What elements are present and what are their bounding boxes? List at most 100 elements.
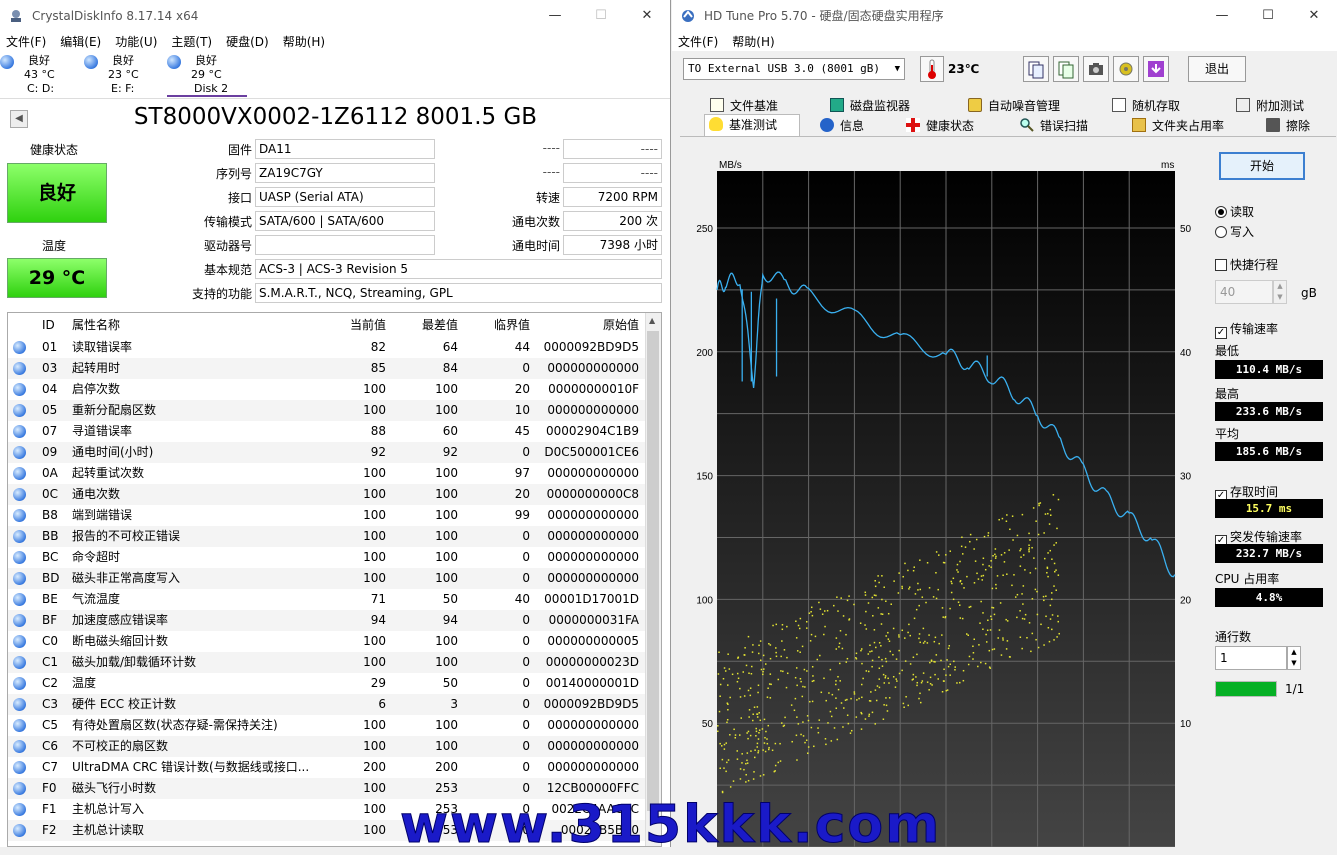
menu-file[interactable]: 文件(F) — [678, 33, 718, 50]
passes-spinner[interactable]: ▲ ▼ — [1287, 646, 1301, 670]
table-row[interactable]: BB 报告的不可校正错误 100 100 0 000000000000 — [8, 526, 646, 547]
disk-monitor-icon — [830, 98, 844, 112]
start-button[interactable]: 开始 — [1219, 152, 1305, 180]
disk-tab-2[interactable]: 良好 29 °C Disk 2 — [167, 53, 247, 97]
access-time-point — [747, 635, 750, 638]
table-row[interactable]: C3 硬件 ECC 校正计数 6 3 0 0000092BD9D5 — [8, 694, 646, 715]
table-row[interactable]: BD 磁头非正常高度写入 100 100 0 000000000000 — [8, 568, 646, 589]
menu-file[interactable]: 文件(F) — [6, 33, 46, 50]
copy-results-icon[interactable] — [1053, 56, 1079, 82]
access-time-point — [1028, 544, 1030, 546]
disk-tab-0[interactable]: 良好 43 °C C: D: — [0, 53, 80, 97]
table-row[interactable]: B8 端到端错误 100 100 99 000000000000 — [8, 505, 646, 526]
menu-disk[interactable]: 硬盘(D) — [226, 33, 269, 50]
access-time-point — [881, 575, 883, 577]
tab-erase[interactable]: 擦除 — [1266, 116, 1310, 136]
health-status-badge[interactable]: 良好 — [7, 163, 107, 223]
maximize-button[interactable]: ☐ — [1245, 0, 1291, 31]
access-time-point — [912, 569, 915, 572]
col-attribute[interactable]: 属性名称 — [72, 315, 120, 336]
menu-function[interactable]: 功能(U) — [115, 33, 157, 50]
access-time-point — [1019, 549, 1021, 552]
access-time-point — [888, 682, 890, 684]
menu-help[interactable]: 帮助(H) — [732, 33, 774, 50]
table-row[interactable]: C7 UltraDMA CRC 错误计数(与数据线或接口... 200 200 0 000… — [8, 757, 646, 778]
minimize-button[interactable]: — — [1199, 0, 1245, 31]
drive-select[interactable]: TO External USB 3.0 (8001 gB) ▼ — [683, 58, 905, 80]
stroke-size-input[interactable]: 40 — [1215, 280, 1273, 304]
copy-info-icon[interactable] — [1023, 56, 1049, 82]
table-row[interactable]: 04 启停次数 100 100 20 00000000010F — [8, 379, 646, 400]
access-time-point — [786, 672, 789, 675]
access-time-point — [870, 691, 872, 693]
table-row[interactable]: 09 通电时间(小时) 92 92 0 D0C500001CE6 — [8, 442, 646, 463]
table-row[interactable]: 03 起转用时 85 84 0 000000000000 — [8, 358, 646, 379]
scrollbar-thumb[interactable] — [647, 331, 659, 811]
cell-attribute: 主机总计读取 — [72, 823, 145, 837]
menu-theme[interactable]: 主题(T) — [171, 33, 212, 50]
table-row[interactable]: BF 加速度感应错误率 94 94 0 0000000031FA — [8, 610, 646, 631]
access-time-point — [841, 647, 844, 650]
table-row[interactable]: C1 磁头加载/卸载循环计数 100 100 0 00000000023D — [8, 652, 646, 673]
access-time-point — [995, 587, 997, 590]
table-row[interactable]: 0C 通电次数 100 100 20 0000000000C8 — [8, 484, 646, 505]
passes-input[interactable]: 1 — [1215, 646, 1287, 670]
col-id[interactable]: ID — [42, 315, 55, 336]
close-button[interactable]: ✕ — [624, 0, 670, 31]
access-time-point — [759, 659, 762, 661]
read-radio[interactable]: 读取 — [1215, 203, 1254, 220]
stroke-spinner[interactable]: ▲ ▼ — [1273, 280, 1287, 304]
cell-attribute: 通电次数 — [72, 487, 121, 501]
close-button[interactable]: ✕ — [1291, 0, 1337, 31]
options-icon[interactable] — [1113, 56, 1139, 82]
table-row[interactable]: 07 寻道错误率 88 60 45 00002904C1B9 — [8, 421, 646, 442]
access-time-point — [919, 588, 922, 591]
col-current[interactable]: 当前值 — [320, 315, 386, 336]
table-row[interactable]: C5 有待处置扇区数(状态存疑-需保持关注) 100 100 0 000000000000 — [8, 715, 646, 736]
access-time-point — [1055, 569, 1057, 571]
tab-random-access[interactable]: 随机存取 — [1112, 96, 1180, 116]
table-row[interactable]: C6 不可校正的扇区数 100 100 0 000000000000 — [8, 736, 646, 757]
maximize-button[interactable]: ☐ — [578, 0, 624, 31]
table-row[interactable]: 05 重新分配扇区数 100 100 10 000000000000 — [8, 400, 646, 421]
tab-folder-usage[interactable]: 文件夹占用率 — [1132, 116, 1224, 136]
table-row[interactable]: 0A 起转重试次数 100 100 97 000000000000 — [8, 463, 646, 484]
tab-benchmark[interactable]: 基准测试 — [704, 114, 800, 136]
screenshot-camera-icon[interactable] — [1083, 56, 1109, 82]
table-row[interactable]: C0 断电磁头缩回计数 100 100 0 000000000005 — [8, 631, 646, 652]
access-time-point — [956, 563, 959, 566]
col-threshold[interactable]: 临界值 — [464, 315, 530, 336]
col-raw[interactable]: 原始值 — [536, 315, 639, 336]
table-row[interactable]: 01 读取错误率 82 64 44 0000092BD9D5 — [8, 337, 646, 358]
disk-tab-1[interactable]: 良好 23 °C E: F: — [84, 53, 164, 97]
tab-info[interactable]: 信息 — [820, 116, 864, 136]
table-row[interactable]: BC 命令超时 100 100 0 000000000000 — [8, 547, 646, 568]
table-row[interactable]: BE 气流温度 71 50 40 00001D17001D — [8, 589, 646, 610]
access-time-point — [865, 670, 868, 672]
access-time-point — [961, 617, 964, 620]
tab-error-scan[interactable]: 错误扫描 — [1020, 116, 1088, 136]
menu-help[interactable]: 帮助(H) — [283, 33, 325, 50]
tab-extra-tests[interactable]: 附加测试 — [1236, 96, 1304, 116]
access-time-point — [741, 753, 743, 755]
transfer-rate-checkbox[interactable]: ✓ 传输速率 — [1215, 320, 1278, 339]
col-worst[interactable]: 最差值 — [392, 315, 458, 336]
speaker-icon — [968, 98, 982, 112]
access-time-point — [718, 710, 721, 713]
smart-scrollbar[interactable]: ▲ — [645, 313, 661, 846]
tab-health[interactable]: 健康状态 — [906, 116, 974, 136]
write-radio[interactable]: 写入 — [1215, 223, 1254, 240]
access-time-point — [917, 582, 919, 585]
table-row[interactable]: C2 温度 29 50 0 00140000001D — [8, 673, 646, 694]
tab-file-benchmark[interactable]: 文件基准 — [710, 96, 778, 116]
access-time-point — [835, 680, 837, 682]
minimize-button[interactable]: — — [532, 0, 578, 31]
short-stroke-checkbox[interactable]: 快捷行程 — [1215, 256, 1278, 273]
save-download-icon[interactable] — [1143, 56, 1169, 82]
tab-disk-monitor[interactable]: 磁盘监视器 — [830, 96, 910, 116]
tab-aam[interactable]: 自动噪音管理 — [968, 96, 1060, 116]
avg-value: 185.6 MB/s — [1215, 442, 1323, 461]
exit-button[interactable]: 退出 — [1188, 56, 1246, 82]
access-time-point — [873, 594, 876, 596]
menu-edit[interactable]: 编辑(E) — [60, 33, 101, 50]
